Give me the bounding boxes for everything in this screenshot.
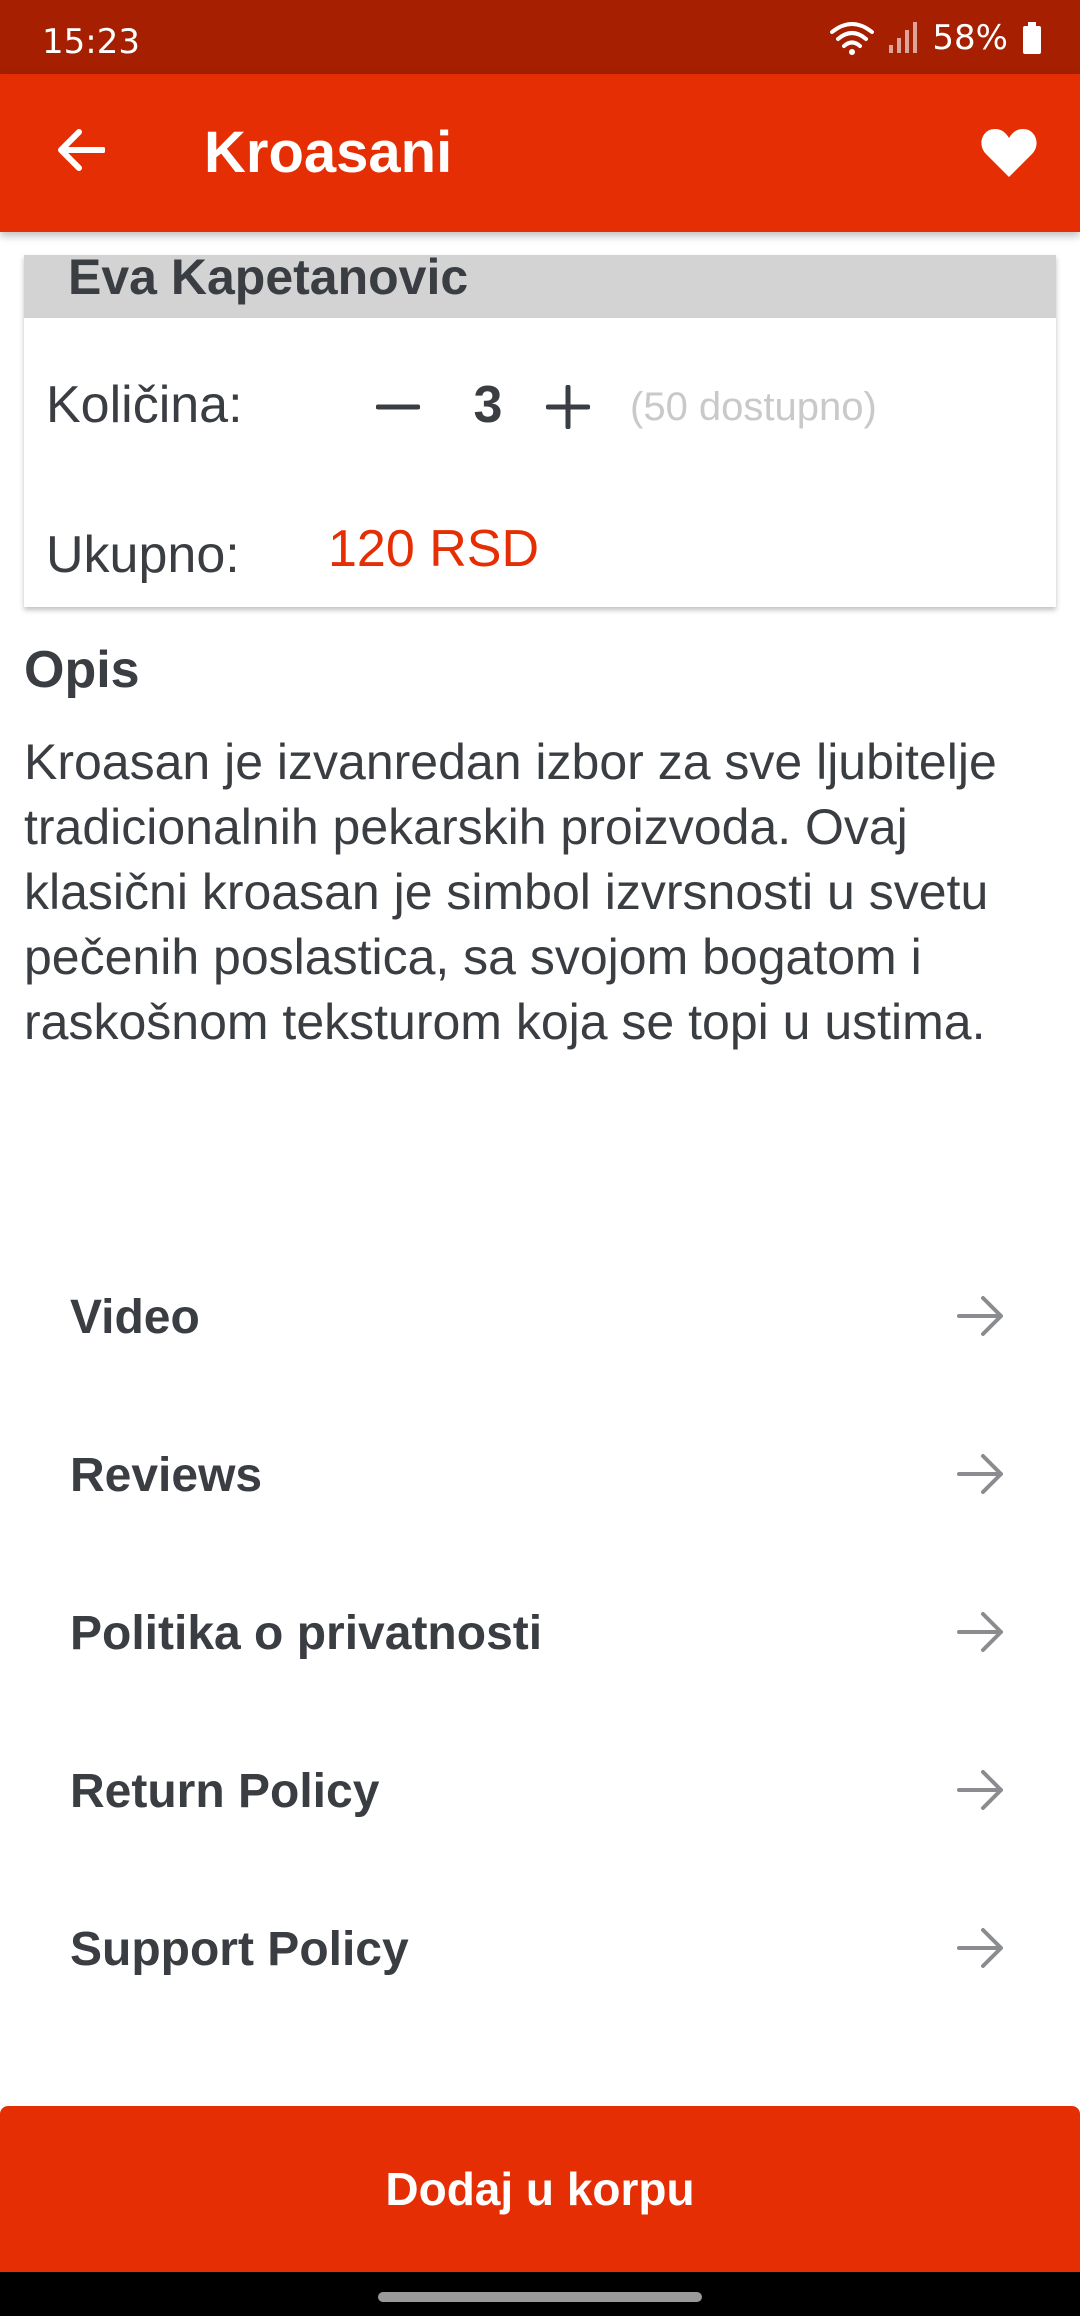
add-to-cart-label: Dodaj u korpu xyxy=(385,2163,695,2215)
page-title: Kroasani xyxy=(204,120,453,185)
arrow-right-icon xyxy=(954,1920,1010,1976)
plus-icon xyxy=(546,385,590,429)
app-bar: Kroasani xyxy=(0,74,1080,232)
arrow-right-icon xyxy=(954,1762,1010,1818)
battery-icon xyxy=(1022,21,1042,55)
decrease-quantity-button[interactable] xyxy=(368,377,428,437)
quantity-label: Količina: xyxy=(46,376,243,434)
total-label: Ukupno: xyxy=(46,526,240,584)
author-name: Eva Kapetanovic xyxy=(68,255,469,305)
link-row-privacy-policy[interactable]: Politika o privatnosti xyxy=(0,1556,1080,1714)
battery-percent: 58% xyxy=(932,18,1008,58)
quantity-available: (50 dostupno) xyxy=(630,385,877,429)
link-label: Reviews xyxy=(70,1449,263,1502)
link-row-return-policy[interactable]: Return Policy xyxy=(0,1714,1080,1872)
link-label: Support Policy xyxy=(70,1923,409,1976)
description-text: Kroasan je izvanredan izbor za sve ljubi… xyxy=(24,734,997,1050)
arrow-right-icon xyxy=(954,1288,1010,1344)
home-gesture-handle[interactable] xyxy=(378,2292,702,2302)
link-label: Return Policy xyxy=(70,1765,380,1818)
heart-icon xyxy=(981,129,1037,177)
quantity-value: 3 xyxy=(473,376,503,434)
status-bar: 15:23 58% xyxy=(0,0,1080,74)
favorite-button[interactable] xyxy=(974,118,1044,188)
link-row-reviews[interactable]: Reviews xyxy=(0,1398,1080,1556)
description-title: Opis xyxy=(24,641,140,699)
back-button[interactable] xyxy=(48,118,112,182)
system-nav-bar xyxy=(0,2272,1080,2316)
link-label: Politika o privatnosti xyxy=(70,1607,543,1660)
add-to-cart-button[interactable]: Dodaj u korpu xyxy=(0,2106,1080,2272)
author-strip: Eva Kapetanovic xyxy=(24,255,1056,318)
link-row-video[interactable]: Video xyxy=(0,1240,1080,1398)
total-price: 120 RSD xyxy=(328,520,539,578)
increase-quantity-button[interactable] xyxy=(538,377,598,437)
status-time: 15:23 xyxy=(42,22,140,62)
link-label: Video xyxy=(70,1291,200,1344)
arrow-right-icon xyxy=(954,1604,1010,1660)
arrow-left-icon xyxy=(58,129,105,171)
minus-icon xyxy=(376,404,420,410)
status-indicators: 58% xyxy=(830,18,1042,58)
wifi-icon xyxy=(830,20,875,56)
link-row-support-policy[interactable]: Support Policy xyxy=(0,1872,1080,2030)
signal-icon xyxy=(888,21,918,55)
arrow-right-icon xyxy=(954,1446,1010,1502)
link-list: Video Reviews Politika o privatnosti Ret… xyxy=(0,1240,1080,2030)
product-card: Eva Kapetanovic Količina: 3 (50 dostupno… xyxy=(24,255,1056,607)
